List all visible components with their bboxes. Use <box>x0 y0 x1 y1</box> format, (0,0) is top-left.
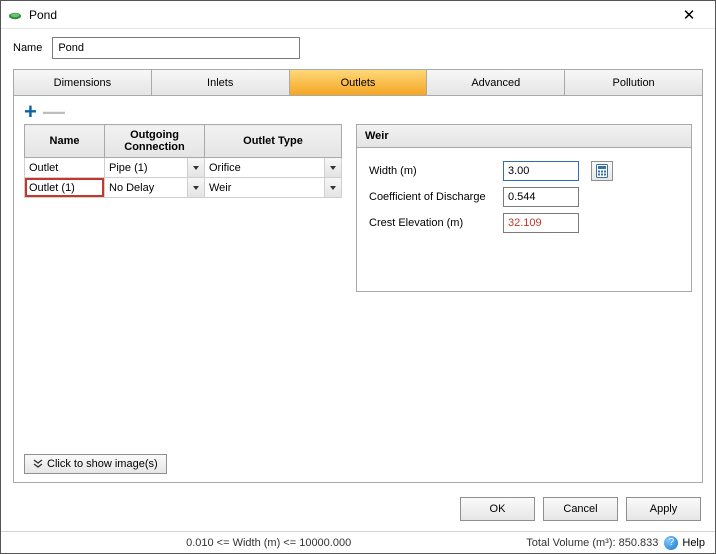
add-outlet-button[interactable]: + <box>24 104 37 120</box>
coef-label: Coefficient of Discharge <box>369 191 497 203</box>
col-name[interactable]: Name <box>25 125 105 158</box>
grid-toolbar: + — <box>24 104 692 120</box>
coef-row: Coefficient of Discharge <box>369 184 679 210</box>
cell-type-dropdown[interactable]: Weir <box>205 178 341 197</box>
tab-outlets[interactable]: Outlets <box>290 69 428 95</box>
tab-pollution[interactable]: Pollution <box>565 69 703 95</box>
tabbar: Dimensions Inlets Outlets Advanced Pollu… <box>13 69 703 95</box>
remove-outlet-button[interactable]: — <box>43 104 65 120</box>
tab-content: + — Name Outgoing Connection Outlet Type <box>13 95 703 483</box>
width-label: Width (m) <box>369 165 497 177</box>
crest-label: Crest Elevation (m) <box>369 217 497 229</box>
tab-advanced[interactable]: Advanced <box>427 69 565 95</box>
coef-input[interactable] <box>503 187 579 207</box>
titlebar: Pond ✕ <box>1 1 715 29</box>
chevron-down-icon[interactable] <box>324 158 341 177</box>
status-volume: Total Volume (m³): 850.833 <box>526 537 658 549</box>
cell-conn-dropdown[interactable]: Pipe (1) <box>105 158 204 177</box>
window-title: Pond <box>29 8 669 22</box>
cell-name[interactable]: Outlet <box>25 158 104 177</box>
weir-panel: Weir Width (m) Coefficient of Discharge … <box>356 124 692 292</box>
chevrons-down-icon <box>33 459 43 469</box>
cell-name[interactable]: Outlet (1) <box>25 178 104 197</box>
panel-title: Weir <box>357 125 691 148</box>
statusbar: 0.010 <= Width (m) <= 10000.000 Total Vo… <box>1 531 715 553</box>
width-input[interactable] <box>503 161 579 181</box>
cancel-button[interactable]: Cancel <box>543 497 618 521</box>
pond-dialog: Pond ✕ Name Dimensions Inlets Outlets Ad… <box>0 0 716 554</box>
close-button[interactable]: ✕ <box>669 6 709 24</box>
show-images-button[interactable]: Click to show image(s) <box>24 454 167 474</box>
dialog-buttons: OK Cancel Apply <box>1 491 715 531</box>
table-row[interactable]: Outlet Pipe (1) Orifice <box>25 158 342 178</box>
name-row: Name <box>1 29 715 69</box>
chevron-down-icon[interactable] <box>187 158 204 177</box>
name-label: Name <box>13 42 42 54</box>
cell-type-dropdown[interactable]: Orifice <box>205 158 341 177</box>
col-conn[interactable]: Outgoing Connection <box>105 125 205 158</box>
app-icon <box>7 7 23 23</box>
crest-input[interactable] <box>503 213 579 233</box>
crest-row: Crest Elevation (m) <box>369 210 679 236</box>
name-input[interactable] <box>52 37 300 59</box>
help-icon: ? <box>664 536 678 550</box>
outlets-grid: Name Outgoing Connection Outlet Type Out… <box>24 124 342 198</box>
columns: Name Outgoing Connection Outlet Type Out… <box>24 124 692 292</box>
width-row: Width (m) <box>369 158 679 184</box>
col-type[interactable]: Outlet Type <box>205 125 342 158</box>
chevron-down-icon[interactable] <box>187 178 204 197</box>
table-row[interactable]: Outlet (1) No Delay Weir <box>25 178 342 198</box>
help-link[interactable]: ? Help <box>664 536 705 550</box>
calculator-button[interactable] <box>591 161 613 181</box>
chevron-down-icon[interactable] <box>324 178 341 197</box>
tab-dimensions[interactable]: Dimensions <box>13 69 152 95</box>
status-hint: 0.010 <= Width (m) <= 10000.000 <box>11 537 526 549</box>
apply-button[interactable]: Apply <box>626 497 701 521</box>
cell-conn-dropdown[interactable]: No Delay <box>105 178 204 197</box>
ok-button[interactable]: OK <box>460 497 535 521</box>
tab-inlets[interactable]: Inlets <box>152 69 290 95</box>
